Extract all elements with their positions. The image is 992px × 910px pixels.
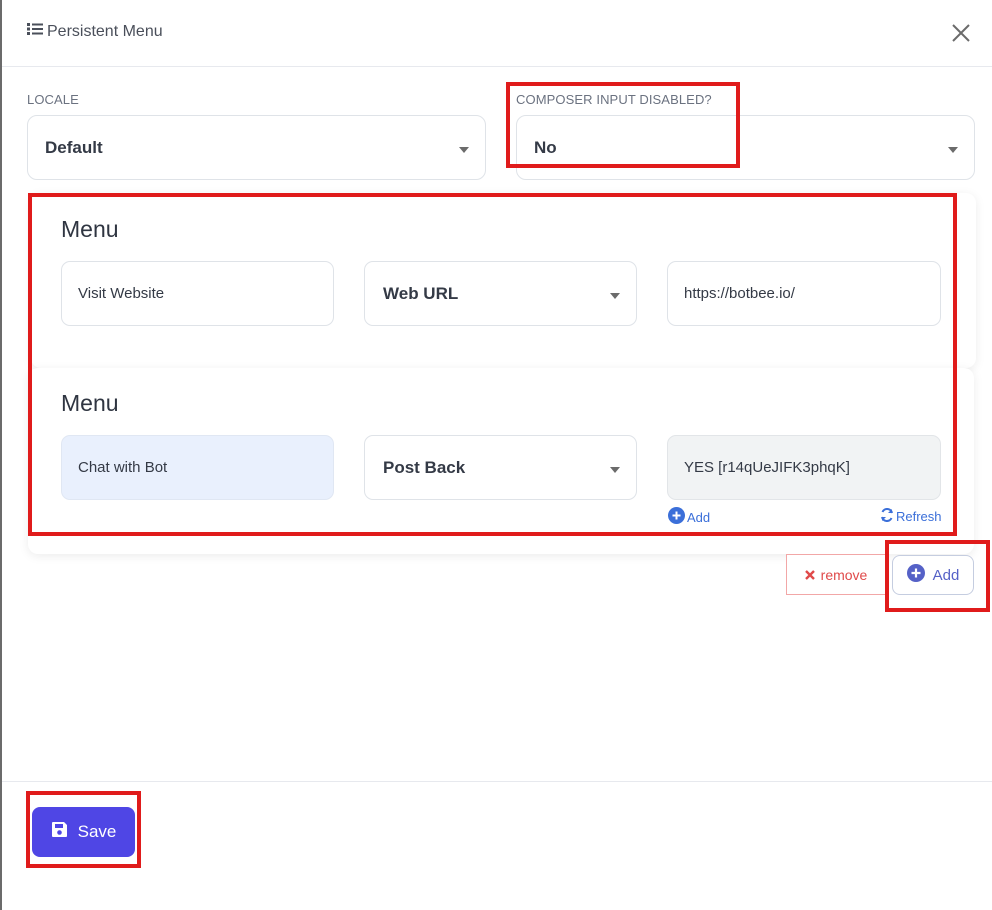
composer-label: COMPOSER INPUT DISABLED? [516,92,712,107]
chevron-down-icon [610,466,620,473]
modal-title-text: Persistent Menu [47,22,163,40]
button-title-input-2[interactable]: Chat with Bot [61,435,334,500]
composer-value: No [534,137,557,157]
composer-select[interactable]: No [516,115,975,180]
chevron-down-icon [459,146,469,153]
modal-header: Persistent Menu [2,0,992,67]
button-type-value-1: Web URL [383,283,459,303]
button-type-value-2: Post Back [383,457,466,477]
refresh-icon [880,507,894,525]
menu-title-1: Menu [61,216,119,242]
button-title-value-2: Chat with Bot [78,459,168,476]
locale-label: LOCALE [27,92,79,107]
save-icon [51,821,68,843]
close-icon[interactable] [950,22,972,44]
footer-divider [2,781,992,782]
button-type-select-1[interactable]: Web URL [364,261,637,326]
plus-circle-icon [668,507,685,527]
button-title-input-1[interactable]: Visit Website [61,261,334,326]
refresh-payload-link[interactable]: Refresh [880,507,942,525]
remove-button[interactable]: remove [786,554,886,595]
add-menu-button[interactable]: Add [892,555,974,595]
button-title-value-1: Visit Website [78,285,165,302]
refresh-payload-label: Refresh [896,509,942,524]
close-icon [804,567,815,583]
payload-value-2: YES [r14qUeJIFK3phqK] [684,459,850,476]
chevron-down-icon [948,146,958,153]
locale-value: Default [45,137,103,157]
add-menu-label: Add [932,566,960,584]
list-icon [27,22,43,41]
modal-title: Persistent Menu [27,22,163,41]
add-payload-link[interactable]: Add [668,507,710,527]
add-payload-label: Add [687,509,711,525]
button-type-select-2[interactable]: Post Back [364,435,637,500]
url-input-1[interactable]: https://botbee.io/ [667,261,941,326]
payload-input-2: YES [r14qUeJIFK3phqK] [667,435,941,500]
save-label: Save [77,822,117,841]
remove-label: remove [820,566,868,583]
menu-title-2: Menu [61,390,119,416]
locale-select[interactable]: Default [27,115,486,180]
chevron-down-icon [610,292,620,299]
url-value-1: https://botbee.io/ [684,285,795,302]
save-button[interactable]: Save [32,807,135,857]
left-border [0,0,2,910]
plus-circle-icon [906,564,925,586]
